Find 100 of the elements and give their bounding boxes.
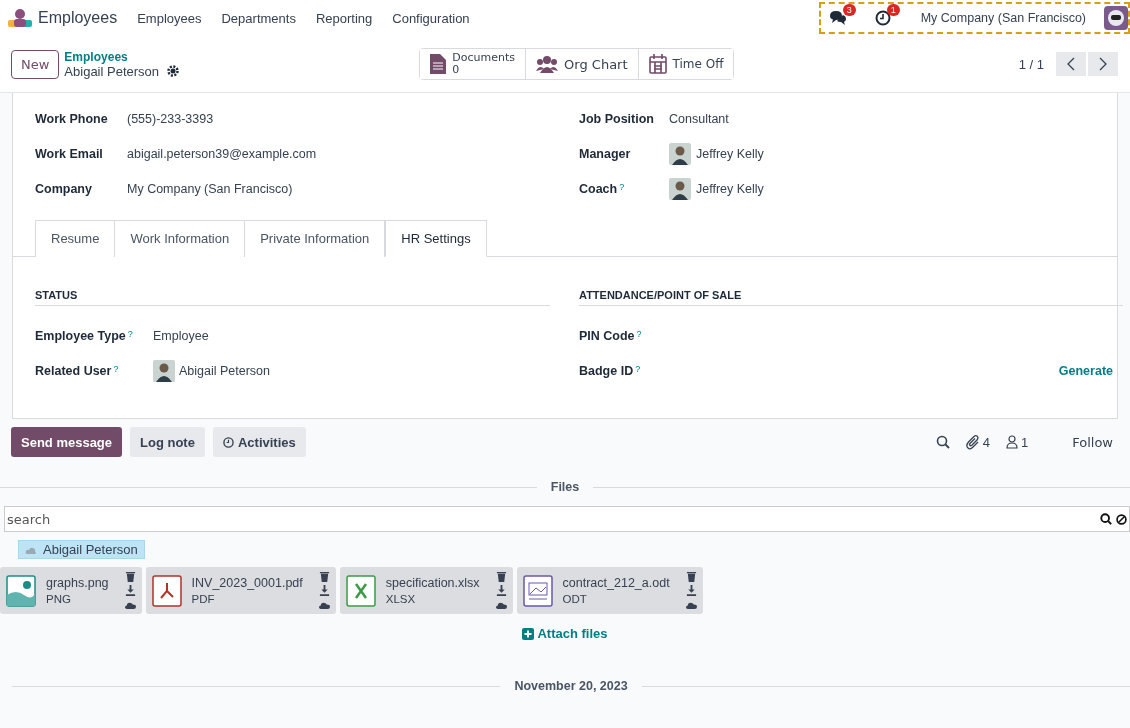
file-name: graphs.png <box>46 576 109 590</box>
field-value: Consultant <box>669 111 729 126</box>
search-field[interactable]: search <box>4 506 1130 532</box>
tab[interactable]: Private Information <box>245 220 386 257</box>
chatter-button[interactable]: Log note <box>130 427 205 457</box>
image-file-icon <box>6 574 36 607</box>
field-value: (555)-233-3393 <box>127 111 214 126</box>
clock-icon[interactable] <box>874 10 891 26</box>
field-label: Related User <box>35 363 112 378</box>
notification-badge: 1 <box>886 4 900 16</box>
field-label: Employee Type <box>35 328 126 343</box>
field-value: Jeffrey Kelly <box>696 181 764 196</box>
calendar-icon <box>648 54 667 74</box>
file-type: ODT <box>562 593 588 605</box>
trash-icon[interactable] <box>495 571 507 582</box>
chevron-left-icon <box>1067 57 1075 71</box>
download-icon[interactable] <box>318 585 330 596</box>
smart-button[interactable]: Time Off <box>637 49 734 79</box>
menu-item[interactable]: Employees <box>137 10 202 26</box>
generate-link[interactable]: Generate <box>1058 363 1113 378</box>
notification-badge: 3 <box>842 4 856 16</box>
chat-icon[interactable] <box>828 10 847 26</box>
help-mark[interactable]: ? <box>635 363 641 374</box>
menu-item[interactable]: Configuration <box>392 10 470 26</box>
file-card[interactable]: graphs.png PNG <box>0 567 142 614</box>
file-name: specification.xlsx <box>385 576 480 590</box>
section-title: STATUS <box>35 289 550 306</box>
help-mark[interactable]: ? <box>619 181 625 192</box>
settings-icon[interactable] <box>167 65 180 77</box>
download-icon[interactable] <box>124 585 136 596</box>
field-label: Job Position <box>579 111 654 126</box>
clock-icon <box>222 436 234 448</box>
section-title: ATTENDANCE/POINT OF SALE <box>579 289 1123 306</box>
follow-button[interactable]: Follow <box>1066 433 1119 451</box>
cloud-icon <box>25 545 37 554</box>
spreadsheet-file-icon <box>345 574 376 607</box>
search-icon[interactable] <box>1100 513 1112 525</box>
plus-icon <box>522 627 535 640</box>
new-button[interactable]: New <box>11 49 60 79</box>
person-avatar <box>669 142 691 165</box>
followers-counter[interactable]: 1 <box>1006 434 1029 450</box>
breadcrumb-link[interactable]: Employees <box>64 49 420 64</box>
attachments-counter[interactable]: 4 <box>965 434 990 450</box>
date-divider: November 20, 2023 <box>514 679 628 693</box>
field-value: Abigail Peterson <box>179 363 271 378</box>
section-divider-title: Files <box>550 480 580 494</box>
field-label: Badge ID <box>579 363 634 378</box>
tab[interactable]: HR Settings <box>385 220 487 257</box>
document-file-icon <box>522 574 553 607</box>
chevron-right-icon <box>1099 57 1107 71</box>
field-value: My Company (San Francisco) <box>127 181 293 196</box>
pdf-file-icon <box>151 574 182 607</box>
document-icon <box>430 54 447 74</box>
help-mark[interactable]: ? <box>113 363 119 374</box>
chatter-button[interactable]: Activities <box>212 427 306 457</box>
field-value: abigail.peterson39@example.com <box>127 146 317 161</box>
trash-icon[interactable] <box>318 571 330 582</box>
field-value: Jeffrey Kelly <box>696 146 764 161</box>
person-avatar <box>669 177 691 200</box>
smart-button-value: 0 <box>452 64 461 76</box>
file-type: PDF <box>191 593 216 605</box>
field-label: PIN Code <box>579 328 635 343</box>
trash-icon[interactable] <box>124 571 136 582</box>
search-input[interactable]: search <box>7 511 1100 527</box>
attach-files-link[interactable]: Attach files <box>522 626 608 641</box>
trash-icon[interactable] <box>685 571 697 582</box>
file-card[interactable]: contract_212_a.odt ODT <box>516 567 703 614</box>
field-value: Employee <box>153 328 209 343</box>
user-avatar <box>153 359 175 382</box>
download-icon[interactable] <box>495 585 507 596</box>
file-card[interactable]: specification.xlsx XLSX <box>339 567 513 614</box>
field-label: Work Phone <box>35 111 109 126</box>
folder-node[interactable]: Abigail Peterson <box>18 540 145 559</box>
field-label: Work Email <box>35 146 104 161</box>
field-label: Coach <box>579 181 618 196</box>
company-switcher[interactable]: My Company (San Francisco) <box>920 11 1086 25</box>
field-label: Company <box>35 181 93 196</box>
pager-counter: 1 / 1 <box>1018 56 1044 72</box>
app-title: Employees <box>38 9 118 27</box>
file-name: INV_2023_0001.pdf <box>191 576 303 590</box>
record-title: Abigail Peterson <box>64 63 160 79</box>
menu-item[interactable]: Departments <box>221 10 296 26</box>
file-type: XLSX <box>385 593 417 605</box>
chatter-button[interactable]: Send message <box>11 427 123 457</box>
file-card[interactable]: INV_2023_0001.pdf PDF <box>145 567 336 614</box>
tab[interactable]: Work Information <box>115 220 246 257</box>
users-icon <box>536 55 559 73</box>
search-icon[interactable] <box>935 435 950 449</box>
field-label: Manager <box>579 146 631 161</box>
tab[interactable]: Resume <box>35 220 116 257</box>
file-type: PNG <box>46 593 72 605</box>
download-icon[interactable] <box>685 585 697 596</box>
file-name: contract_212_a.odt <box>562 576 670 590</box>
help-mark[interactable]: ? <box>127 328 133 339</box>
menu-item[interactable]: Reporting <box>315 10 373 26</box>
help-mark[interactable]: ? <box>636 328 642 339</box>
app-logo-icon <box>8 9 32 27</box>
smart-button-label: Documents <box>452 52 516 64</box>
clear-icon[interactable] <box>1116 513 1127 525</box>
user-avatar[interactable] <box>1104 6 1128 30</box>
